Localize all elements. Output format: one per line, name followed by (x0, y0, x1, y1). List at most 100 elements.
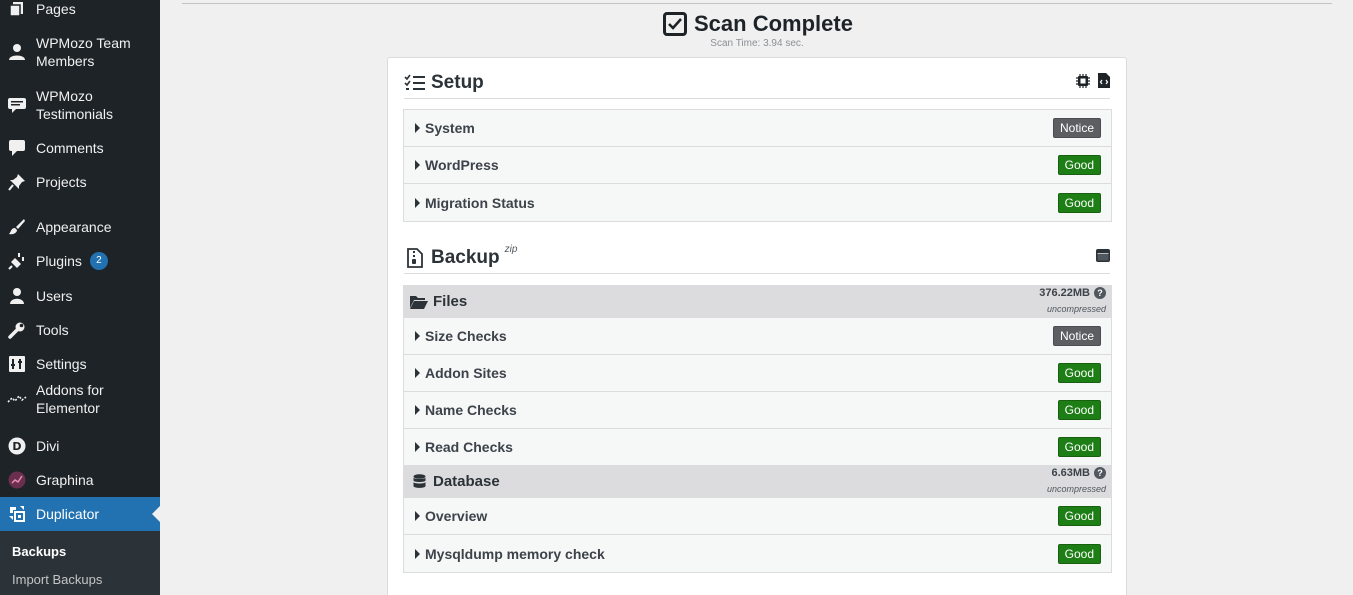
check-label: System (425, 120, 475, 136)
check-label: Size Checks (425, 328, 507, 344)
sidebar-item-plugins[interactable]: Plugins 2 (0, 252, 160, 270)
check-row-overview[interactable]: Overview Good (404, 498, 1111, 535)
check-row-mysqldump-memory[interactable]: Mysqldump memory check Good (404, 535, 1111, 572)
sidebar-item-settings[interactable]: Settings (0, 355, 160, 373)
backup-section-header: Backup zip (404, 242, 1110, 274)
sidebar-item-label: WPMozo Testimonials (36, 88, 114, 122)
sidebar-item-team-members[interactable]: WPMozo Team Members (0, 34, 160, 70)
check-label: Name Checks (425, 402, 517, 418)
status-badge: Good (1057, 543, 1101, 564)
backup-format: zip (504, 244, 518, 255)
files-label: Files (433, 293, 468, 310)
files-size-note: uncompressed (1046, 303, 1106, 314)
file-zip-icon (404, 247, 426, 269)
sidebar-item-users[interactable]: Users (0, 287, 160, 305)
settings-icon (7, 354, 27, 374)
sidebar-item-divi[interactable]: D Divi (0, 437, 160, 455)
caret-right-icon (415, 511, 420, 521)
divi-icon: D (7, 436, 27, 456)
sidebar-item-label: Pages (36, 1, 76, 17)
chip-icon[interactable] (1076, 73, 1090, 93)
setup-title: Setup (431, 72, 484, 93)
file-code-icon[interactable] (1098, 73, 1110, 93)
caret-right-icon (415, 123, 420, 133)
check-label: Overview (425, 508, 488, 524)
sidebar-item-label: Plugins (36, 253, 82, 269)
database-size: 6.63MB? uncompressed (1046, 466, 1106, 497)
sidebar-item-projects[interactable]: Projects (0, 173, 160, 191)
sidebar-item-tools[interactable]: Tools (0, 321, 160, 339)
sidebar-item-testimonials[interactable]: WPMozo Testimonials (0, 87, 160, 123)
setup-tools (1076, 73, 1110, 93)
sidebar-item-label: Appearance (36, 219, 112, 235)
scan-time: Scan Time: 3.94 sec. (710, 38, 804, 49)
pages-icon (7, 0, 27, 19)
caret-right-icon (415, 405, 420, 415)
checkbox-checked-icon (663, 12, 687, 36)
sidebar-item-graphina[interactable]: Graphina (0, 471, 160, 489)
check-label: Mysqldump memory check (425, 545, 605, 562)
sidebar-item-label: Users (36, 288, 73, 304)
backup-title: Backup (431, 246, 500, 268)
status-badge: Notice (1052, 118, 1101, 138)
sidebar-item-label: Divi (36, 438, 60, 454)
check-row-name-checks[interactable]: Name Checks Good (404, 392, 1111, 429)
submenu-item-backups[interactable]: Backups (12, 544, 66, 559)
status-badge: Good (1057, 192, 1101, 213)
check-row-read-checks[interactable]: Read Checks Good (404, 429, 1111, 466)
sidebar-item-label: WPMozo Team Members (36, 35, 131, 69)
sidebar-item-duplicator[interactable]: Duplicator (0, 497, 160, 531)
archive-box-icon[interactable] (1096, 248, 1110, 267)
caret-right-icon (415, 331, 420, 341)
status-badge: Good (1057, 155, 1101, 175)
admin-sidebar: Pages WPMozo Team Members WPMozo Testimo… (0, 0, 160, 595)
svg-text:D: D (12, 440, 21, 453)
backup-tools (1096, 248, 1110, 267)
status-badge: Good (1057, 400, 1101, 420)
check-row-size-checks[interactable]: Size Checks Notice (404, 318, 1111, 355)
pin-icon (7, 172, 27, 192)
addons-icon (7, 389, 27, 409)
sidebar-item-label: Projects (36, 174, 87, 190)
page-title-text: Scan Complete (694, 11, 853, 36)
database-group-header: Database 6.63MB? uncompressed (404, 466, 1111, 498)
check-row-system[interactable]: System Notice (404, 110, 1111, 147)
caret-right-icon (415, 368, 420, 378)
sidebar-item-comments[interactable]: Comments (0, 139, 160, 157)
sidebar-item-addons-for-elementor[interactable]: Addons for Elementor (0, 381, 160, 417)
sidebar-item-label: Duplicator (36, 506, 100, 522)
team-members-icon (7, 42, 27, 62)
plugin-icon (7, 251, 27, 271)
files-group-header: Files 376.22MB? uncompressed (404, 286, 1111, 318)
sidebar-item-label: Tools (36, 322, 69, 338)
status-badge: Good (1057, 506, 1101, 526)
sidebar-item-appearance[interactable]: Appearance (0, 218, 160, 236)
check-row-wordpress[interactable]: WordPress Good (404, 147, 1111, 184)
caret-right-icon (415, 197, 420, 208)
submenu-item-import-backups[interactable]: Import Backups (12, 572, 102, 587)
database-label: Database (433, 473, 500, 490)
database-icon (410, 474, 428, 490)
database-size-note: uncompressed (1046, 483, 1106, 494)
check-row-migration-status[interactable]: Migration Status Good (404, 184, 1111, 221)
check-label: Addon Sites (425, 365, 507, 381)
files-size: 376.22MB? uncompressed (1039, 286, 1106, 317)
help-icon[interactable]: ? (1094, 286, 1106, 299)
status-badge: Good (1057, 437, 1101, 457)
folder-open-icon (410, 294, 428, 310)
header-divider (182, 3, 1332, 4)
duplicator-icon (7, 504, 27, 524)
sidebar-item-pages[interactable]: Pages (0, 0, 160, 18)
check-row-addon-sites[interactable]: Addon Sites Good (404, 355, 1111, 392)
wrench-icon (7, 320, 27, 340)
setup-section-header: Setup (404, 68, 1110, 99)
sidebar-item-label: Settings (36, 356, 87, 372)
users-icon (7, 286, 27, 306)
plugins-update-badge: 2 (89, 252, 108, 270)
comments-icon (7, 138, 27, 158)
help-icon[interactable]: ? (1094, 466, 1106, 479)
caret-right-icon (415, 442, 420, 452)
backup-checks: Files 376.22MB? uncompressed Size Checks… (403, 285, 1112, 573)
caret-right-icon (415, 548, 420, 559)
check-label: Migration Status (425, 194, 535, 211)
